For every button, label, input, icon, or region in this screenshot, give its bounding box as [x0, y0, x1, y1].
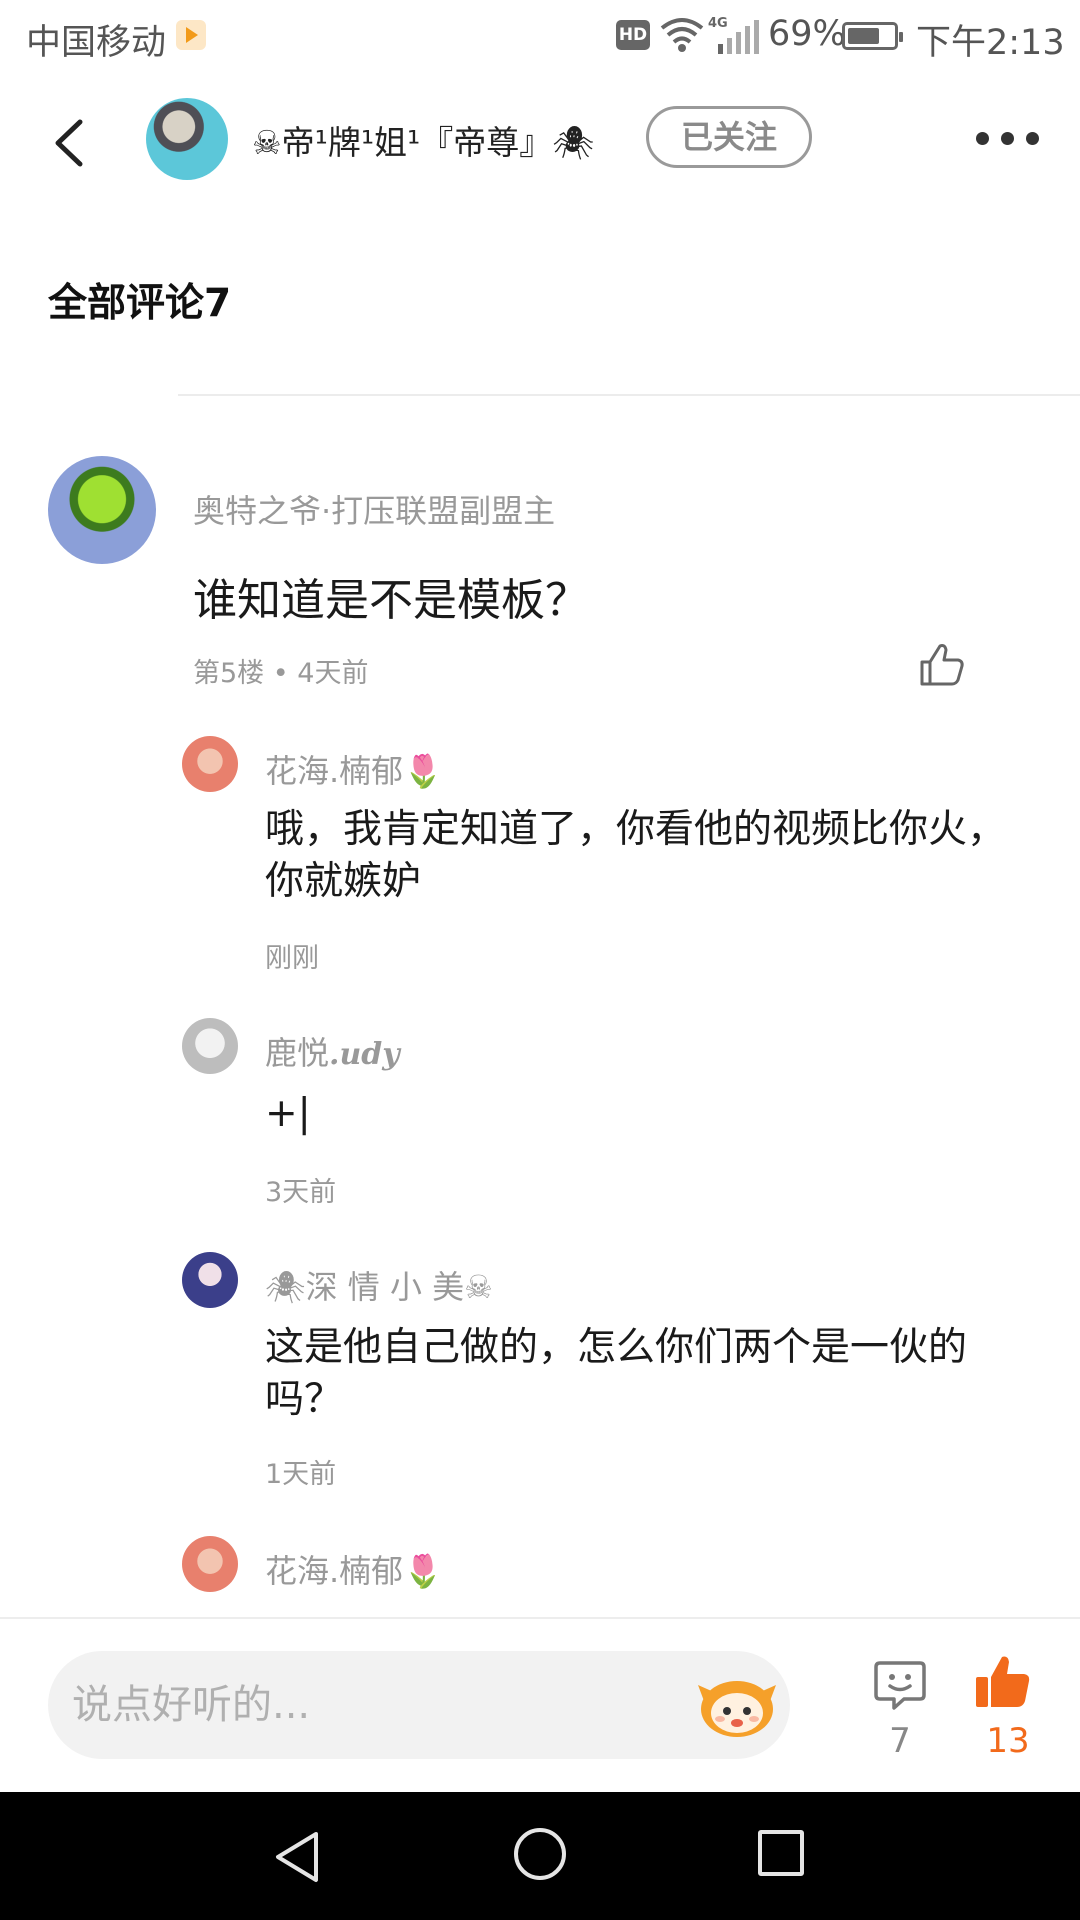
comment-count: 7: [889, 1721, 911, 1761]
comment-meta: 第5楼 • 4天前: [193, 658, 369, 689]
author-avatar[interactable]: [146, 98, 228, 180]
reply-username[interactable]: 花海.楠郁🌷: [265, 1546, 443, 1592]
reply-text[interactable]: +|: [265, 1088, 1035, 1140]
reply-username[interactable]: 🕷深 情 小 美☠: [265, 1262, 493, 1308]
reply-text[interactable]: 这是他自己做的，怎么你们两个是一伙的吗？: [265, 1322, 1035, 1426]
nav-recents-icon[interactable]: [758, 1830, 804, 1876]
reply-avatar[interactable]: [182, 736, 238, 792]
reply-avatar[interactable]: [182, 1018, 238, 1074]
reply-time: 刚刚: [265, 943, 319, 974]
back-arrow-icon[interactable]: [50, 118, 90, 168]
emoji-mascot-icon[interactable]: [696, 1671, 778, 1739]
nav-back-icon[interactable]: [272, 1830, 322, 1884]
section-divider: [178, 394, 1080, 396]
cell-signal-icon: 4G: [708, 16, 759, 54]
like-count: 13: [986, 1721, 1030, 1761]
author-name[interactable]: ☠帝¹牌¹姐¹『帝尊』🕷: [252, 116, 594, 164]
reply-username-suffix: .udy: [329, 1037, 400, 1072]
thumbs-up-filled-icon[interactable]: [974, 1653, 1032, 1711]
reply-username[interactable]: 鹿悦.udy: [265, 1028, 400, 1074]
reply-username-text: 鹿悦: [265, 1034, 330, 1072]
network-type-label: 4G: [708, 16, 728, 31]
thumbs-up-icon[interactable]: [918, 640, 966, 688]
reply-avatar[interactable]: [182, 1536, 238, 1592]
top-app-bar: ☠帝¹牌¹姐¹『帝尊』🕷 已关注: [0, 76, 1080, 206]
more-options-icon[interactable]: [976, 132, 1040, 146]
battery-percent: 69%: [768, 14, 846, 54]
reply-text[interactable]: 哦，我肯定知道了，你看他的视频比你火，你就嫉妒: [265, 804, 1035, 908]
hd-badge: HD: [616, 20, 650, 50]
reply-time: 3天前: [265, 1177, 337, 1208]
status-bar: 中国移动 HD 4G 69% 下午2:13: [0, 0, 1080, 76]
status-time: 下午2:13: [916, 23, 1065, 63]
video-app-icon: [176, 20, 206, 50]
comment-input[interactable]: [72, 1675, 632, 1735]
reply-username[interactable]: 花海.楠郁🌷: [265, 746, 443, 792]
reply-time: 1天前: [265, 1459, 337, 1490]
comment-composer-bar: 7 13: [0, 1619, 1080, 1792]
carrier-name: 中国移动: [26, 23, 167, 63]
comment-input-box[interactable]: [48, 1651, 790, 1759]
comment-text[interactable]: 谁知道是不是模板？: [193, 564, 589, 628]
comment-bubble-icon[interactable]: [874, 1659, 926, 1711]
nav-home-icon[interactable]: [514, 1828, 566, 1880]
comments-section-title: 全部评论7: [48, 281, 232, 326]
comment-author-avatar[interactable]: [48, 456, 156, 564]
wifi-icon: [660, 18, 704, 52]
battery-icon: [842, 22, 903, 50]
system-navigation-bar: [0, 1792, 1080, 1920]
follow-button[interactable]: 已关注: [646, 106, 812, 168]
comment-username[interactable]: 奥特之爷·打压联盟副盟主: [193, 486, 555, 532]
reply-avatar[interactable]: [182, 1252, 238, 1308]
